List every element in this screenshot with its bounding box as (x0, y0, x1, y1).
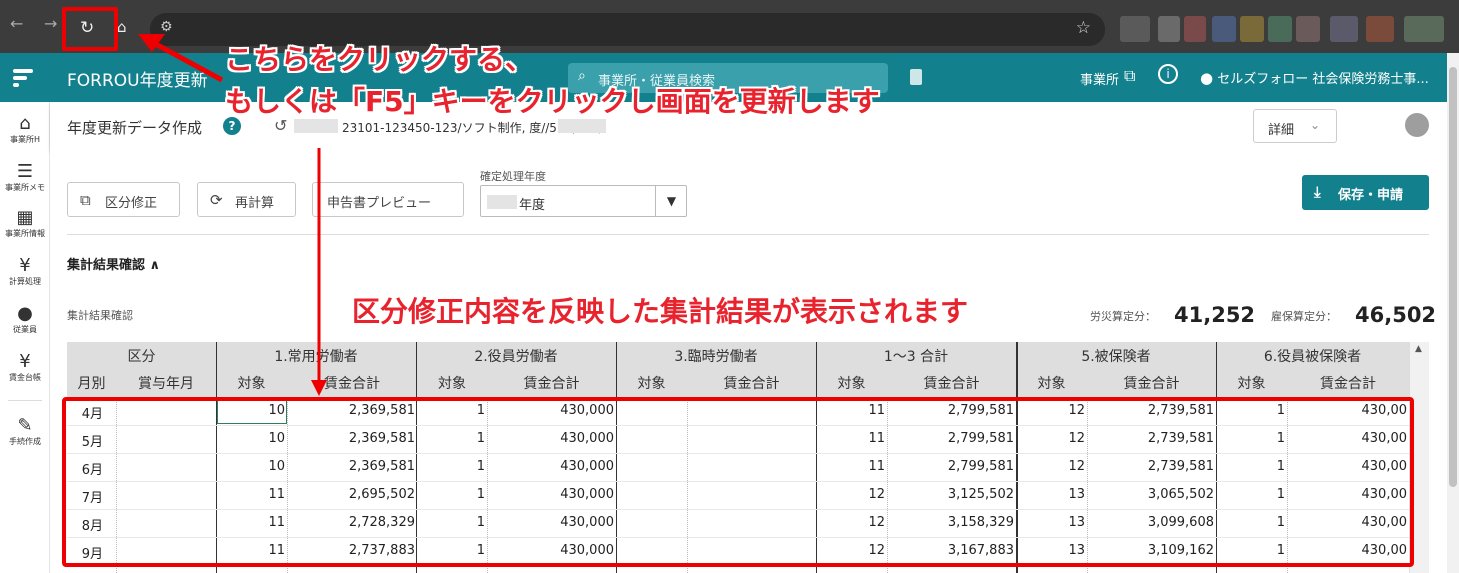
arrow-head (311, 380, 327, 396)
annotation-line3: 区分修正内容を反映した集計結果が表示されます (352, 295, 969, 328)
table-highlight-box (62, 397, 1414, 567)
annotation-line1: こちらをクリックする、 (225, 43, 534, 76)
annotation-line2: もしくは「F5」キーをクリックし画面を更新します (225, 85, 880, 118)
arrow-to-reload (150, 39, 224, 83)
